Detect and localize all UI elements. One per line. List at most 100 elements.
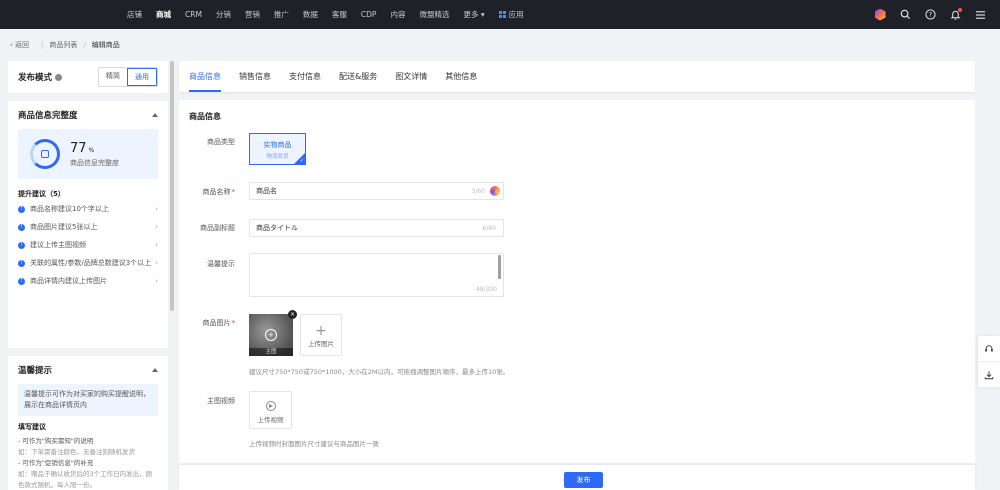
- tab-detail[interactable]: 图文详情: [395, 71, 427, 92]
- video-hint: 上传视频时封面图片尺寸建议与商品图片一致: [249, 440, 379, 448]
- nav-item-promotion[interactable]: 推广: [274, 9, 289, 20]
- suggestion-line: - 可作为"促销信息"的补充: [18, 459, 94, 467]
- publish-button[interactable]: 发布: [564, 472, 603, 488]
- nav-item-crm[interactable]: CRM: [185, 10, 202, 19]
- nav-item-cdp[interactable]: CDP: [361, 10, 377, 19]
- tab-payment-info[interactable]: 支付信息: [289, 71, 321, 92]
- nav-item-store[interactable]: 店铺: [127, 9, 142, 20]
- left-panel: 发布模式 精简 通用 商品信息完整度 77% 商品信息完整度 提升建议（5） !…: [8, 61, 168, 490]
- product-form: 商品信息 商品类型 实物商品 物流发货 ✓ 商品名称* 商品名 3/60 商品副…: [179, 100, 975, 463]
- completeness-card: 商品信息完整度 77% 商品信息完整度 提升建议（5） ! 商品名称建议10个字以…: [8, 101, 168, 348]
- type-label-text: 商品类型: [207, 138, 235, 146]
- product-tabs: 商品信息 销售信息 支付信息 配送&服务 图文详情 其他信息: [179, 61, 975, 92]
- breadcrumb: ‹ 返回 | 商品列表 / 编辑商品: [0, 29, 1000, 61]
- breadcrumb-product-list[interactable]: 商品列表: [49, 40, 77, 50]
- main-image-tag: 主图: [249, 348, 293, 356]
- completeness-score: 77% 商品信息完整度: [70, 141, 119, 168]
- product-type-physical[interactable]: 实物商品 物流发货 ✓: [249, 133, 306, 165]
- tip-item[interactable]: ! 商品名称建议10个字以上 ›: [18, 204, 158, 214]
- tab-product-info[interactable]: 商品信息: [189, 71, 221, 92]
- info-dot-icon: !: [18, 223, 25, 231]
- zoom-icon[interactable]: +: [265, 329, 277, 341]
- info-dot-icon: !: [18, 205, 25, 213]
- upload-video-label: 上传视频: [257, 416, 284, 424]
- brand-hex-icon[interactable]: [874, 8, 886, 21]
- section-title: 商品信息: [189, 112, 221, 121]
- nav-item-content[interactable]: 内容: [390, 9, 405, 20]
- product-subtitle-value: 商品タイトル: [256, 224, 298, 232]
- completeness-header[interactable]: 商品信息完整度: [18, 101, 158, 129]
- menu-icon[interactable]: [974, 9, 986, 21]
- info-icon[interactable]: [55, 73, 63, 81]
- publish-mode-label: 发布模式: [18, 71, 63, 83]
- tip-item[interactable]: ! 建议上传主图视频 ›: [18, 240, 158, 250]
- subtitle-char-count: 6/60: [482, 224, 496, 232]
- product-subtitle-input[interactable]: 商品タイトル 6/60: [249, 219, 504, 237]
- completeness-score-box: 77% 商品信息完整度: [18, 129, 158, 179]
- video-label-text: 主图视频: [207, 397, 235, 405]
- download-icon[interactable]: [978, 362, 1000, 388]
- upload-image-button[interactable]: + 上传图片: [300, 314, 342, 356]
- score-unit: %: [88, 146, 95, 154]
- suggestion-example: 如：下单需备注颜色，无备注则随机发货: [18, 448, 135, 456]
- image-label-text: 商品图片: [202, 319, 231, 327]
- apps-grid-icon: [498, 11, 506, 18]
- customer-service-icon[interactable]: [978, 336, 1000, 362]
- tip-text: 建议上传主图视频: [30, 241, 86, 249]
- remove-image-icon[interactable]: ×: [288, 310, 297, 319]
- warm-label-text: 温馨提示: [207, 260, 235, 268]
- publish-mode-switch: 精简 通用: [98, 67, 158, 87]
- bell-icon[interactable]: [949, 7, 962, 21]
- score-caption: 商品信息完整度: [70, 158, 119, 167]
- nav-item-marketing[interactable]: 营销: [245, 9, 260, 20]
- product-name-input[interactable]: 商品名 3/60: [249, 182, 504, 200]
- nav-item-service[interactable]: 客服: [332, 9, 347, 20]
- nav-item-distribution[interactable]: 分销: [216, 9, 231, 20]
- back-link[interactable]: ‹ 返回: [10, 40, 29, 50]
- check-icon: ✓: [299, 158, 304, 164]
- search-icon[interactable]: [899, 9, 911, 21]
- warm-char-count: 49/300: [475, 286, 497, 293]
- warm-tip-header[interactable]: 温馨提示: [18, 356, 158, 384]
- textarea-scrollbar[interactable]: [498, 255, 501, 279]
- nav-item-data[interactable]: 数据: [303, 9, 318, 20]
- completeness-title: 商品信息完整度: [18, 111, 78, 121]
- nav-more-label: 更多: [463, 10, 479, 19]
- tip-text: 商品名称建议10个字以上: [30, 205, 109, 213]
- tip-item[interactable]: ! 关联的属性/参数/品牌总数建议3个以上 ›: [18, 258, 158, 268]
- nav-item-selection[interactable]: 微盟精选: [419, 9, 449, 20]
- name-label: 商品名称*: [202, 188, 236, 196]
- nav-item-more[interactable]: 更多 ▾: [463, 9, 484, 20]
- chevron-right-icon: ›: [155, 205, 158, 213]
- progress-ring-icon: [30, 139, 60, 169]
- collapse-caret-icon[interactable]: [152, 113, 158, 117]
- warm-tip-card: 温馨提示 温馨提示可作为对买家的购买提醒说明，展示在商品详情页内 填写建议 - …: [8, 356, 168, 490]
- nav-apps[interactable]: 应用: [498, 9, 524, 20]
- tab-sales-info[interactable]: 销售信息: [239, 71, 271, 92]
- info-dot-icon: !: [18, 259, 25, 267]
- mode-option-general[interactable]: 通用: [127, 68, 157, 86]
- tab-delivery-service[interactable]: 配送&服务: [339, 71, 377, 92]
- collapse-caret-icon[interactable]: [152, 368, 158, 372]
- video-label: 主图视频: [179, 396, 235, 406]
- tip-item[interactable]: ! 商品图片建议5张以上 ›: [18, 222, 158, 232]
- nav-item-mall[interactable]: 商城: [156, 9, 171, 20]
- tip-text: 关联的属性/参数/品牌总数建议3个以上: [30, 259, 152, 267]
- ai-assist-icon[interactable]: [490, 186, 500, 196]
- help-icon[interactable]: ?: [924, 9, 936, 21]
- breadcrumb-current: 编辑商品: [91, 41, 120, 49]
- suggestion-example: 如：赠品于确认收货后的3个工作日内发出，颜色款式随机，每人限一份。: [18, 470, 153, 489]
- warm-tip-textarea[interactable]: 49/300: [249, 253, 504, 297]
- upload-video-button[interactable]: 上传视频: [249, 391, 292, 429]
- footer-bar: 发布: [179, 465, 975, 490]
- left-panel-scrollbar[interactable]: [170, 61, 174, 311]
- back-label: 返回: [15, 41, 30, 49]
- name-char-count: 3/60: [471, 187, 485, 195]
- tab-other-info[interactable]: 其他信息: [445, 71, 477, 92]
- product-image-thumb[interactable]: + 主图 ×: [249, 310, 297, 356]
- tip-item[interactable]: ! 商品详情内建议上传图片 ›: [18, 276, 158, 286]
- mode-option-simple[interactable]: 精简: [99, 68, 127, 86]
- tip-text: 商品详情内建议上传图片: [30, 277, 107, 285]
- suggestion-line: - 可作为"购买需知"的说明: [18, 437, 94, 445]
- main-menu: 店铺 商城 CRM 分销 营销 推广 数据 客服 CDP 内容 微盟精选 更多 …: [127, 0, 538, 29]
